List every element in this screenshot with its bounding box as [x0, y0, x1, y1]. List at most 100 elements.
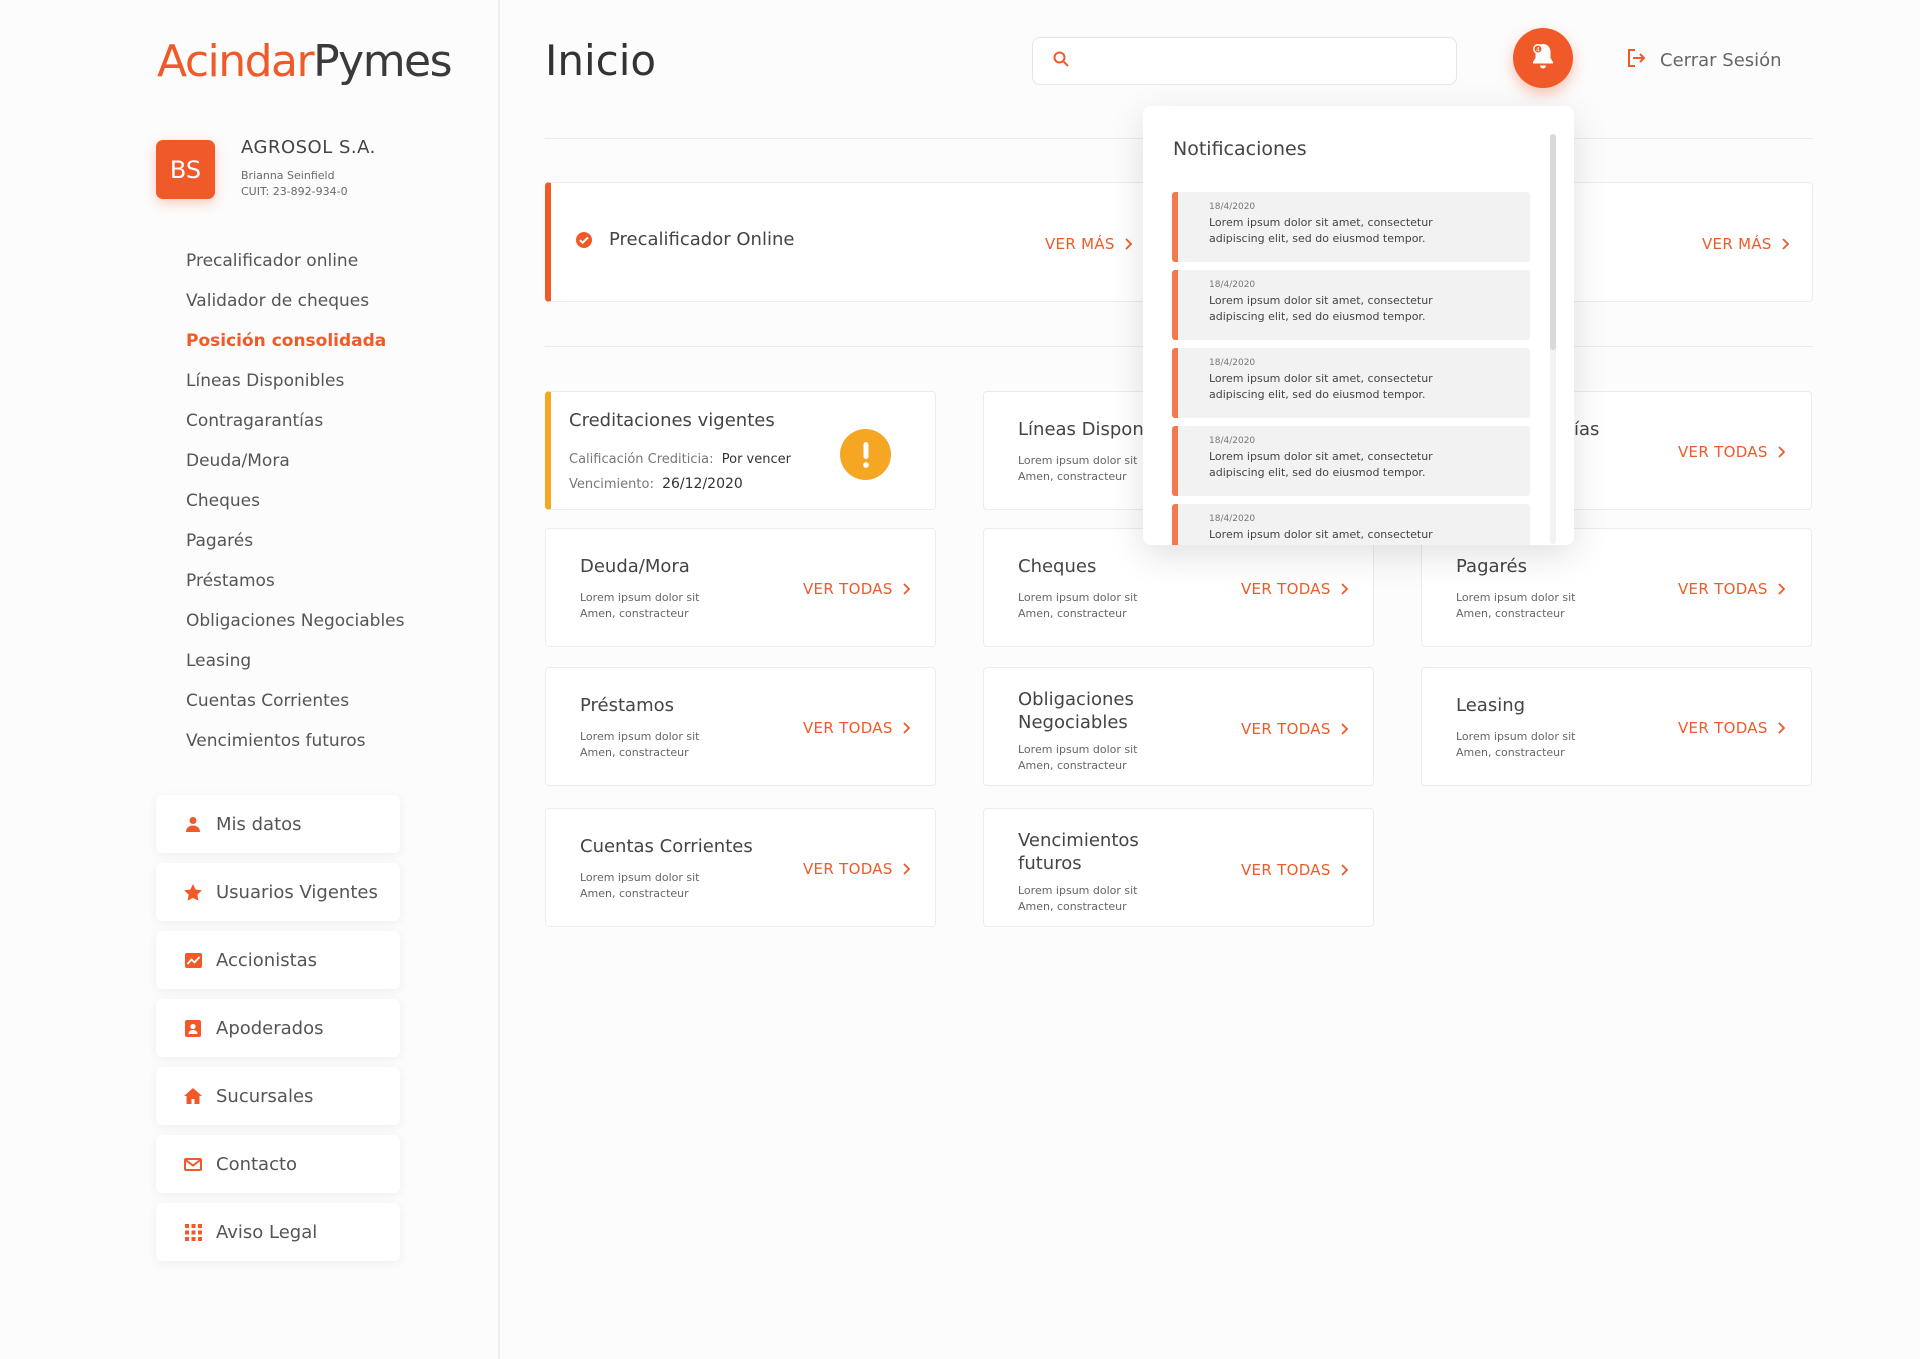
- notification-item[interactable]: 18/4/2020 Lorem ipsum dolor sit amet, co…: [1172, 192, 1530, 262]
- notification-date: 18/4/2020: [1209, 202, 1256, 212]
- ver-todas-link[interactable]: VER TODAS: [803, 719, 910, 737]
- subtitle-line: Lorem ipsum dolor sit: [580, 871, 700, 884]
- contacto-button[interactable]: Contacto: [156, 1135, 400, 1193]
- search-input[interactable]: [1081, 52, 1441, 70]
- sidebar-item-prestamos[interactable]: Préstamos: [186, 561, 404, 601]
- ver-todas-link[interactable]: VER TODAS: [1678, 443, 1785, 461]
- vencimiento-row: Vencimiento: 26/12/2020: [569, 476, 743, 493]
- notifications-list: 18/4/2020 Lorem ipsum dolor sit amet, co…: [1172, 192, 1530, 545]
- notification-count: 4: [1536, 45, 1540, 53]
- card-title-line: Negociables: [1018, 712, 1128, 733]
- calificacion-label: Calificación Crediticia:: [569, 452, 714, 467]
- box-label: Accionistas: [216, 949, 318, 971]
- check-circle-icon: [575, 231, 593, 253]
- brand-part-1: Acindar: [157, 36, 315, 87]
- accionistas-button[interactable]: Accionistas: [156, 931, 400, 989]
- sidebar: AcindarPymes BS AGROSOL S.A. Brianna Sei…: [0, 0, 500, 1359]
- sidebar-item-vencimientos[interactable]: Vencimientos futuros: [186, 721, 404, 761]
- link-label: VER MÁS: [1045, 235, 1115, 253]
- logout-button[interactable]: Cerrar Sesión: [1626, 48, 1782, 73]
- sidebar-item-lineas[interactable]: Líneas Disponibles: [186, 361, 404, 401]
- sidebar-item-validador[interactable]: Validador de cheques: [186, 281, 404, 321]
- ver-mas-link[interactable]: VER MÁS: [1045, 235, 1132, 253]
- scrollbar-thumb[interactable]: [1550, 134, 1556, 350]
- brand-part-2: Pymes: [313, 36, 452, 87]
- mail-icon: [184, 1155, 202, 1173]
- logout-label: Cerrar Sesión: [1660, 50, 1782, 71]
- notification-date: 18/4/2020: [1209, 436, 1256, 446]
- subtitle-line: Lorem ipsum dolor sit: [1018, 884, 1138, 897]
- precalificador-title: Precalificador Online: [609, 229, 795, 250]
- notification-item[interactable]: 18/4/2020 Lorem ipsum dolor sit amet, co…: [1172, 426, 1530, 496]
- box-label: Apoderados: [216, 1017, 324, 1039]
- card-title: Cheques: [1018, 556, 1097, 577]
- chevron-right-icon: [1341, 583, 1348, 595]
- sidebar-item-deuda[interactable]: Deuda/Mora: [186, 441, 404, 481]
- prestamos-card: Préstamos Lorem ipsum dolor sit Amen, con…: [545, 667, 936, 786]
- card-title: Cuentas Corrientes: [580, 836, 753, 857]
- ver-todas-link[interactable]: VER TODAS: [1241, 580, 1348, 598]
- card-subtitle: Lorem ipsum dolor sit Amen, constracteur: [580, 729, 700, 761]
- sidebar-item-pagares[interactable]: Pagarés: [186, 521, 404, 561]
- cheques-card: Cheques Lorem ipsum dolor sit Amen, const…: [983, 528, 1374, 647]
- sidebar-item-label: Precalificador online: [186, 251, 359, 271]
- sidebar-item-obligaciones[interactable]: Obligaciones Negociables: [186, 601, 404, 641]
- notifications-button[interactable]: 4: [1513, 28, 1573, 88]
- subtitle-line: Lorem ipsum dolor sit: [580, 591, 700, 604]
- avatar[interactable]: BS: [156, 140, 215, 199]
- ver-todas-link[interactable]: VER TODAS: [1241, 861, 1348, 879]
- ver-todas-link[interactable]: VER TODAS: [1678, 580, 1785, 598]
- ver-todas-link[interactable]: VER TODAS: [803, 580, 910, 598]
- creditaciones-title: Creditaciones vigentes: [569, 410, 775, 431]
- sidebar-item-leasing[interactable]: Leasing: [186, 641, 404, 681]
- vencimiento-value: 26/12/2020: [662, 476, 743, 492]
- subtitle-line: Lorem ipsum dolor sit: [1456, 730, 1576, 743]
- sidebar-item-contragarantias[interactable]: Contragarantías: [186, 401, 404, 441]
- chevron-right-icon: [903, 863, 910, 875]
- subtitle-line: Amen, constracteur: [1018, 470, 1127, 483]
- card-subtitle: Lorem ipsum dolor sit Amen, constracteur: [580, 870, 700, 902]
- ver-todas-link[interactable]: VER TODAS: [803, 860, 910, 878]
- sucursales-button[interactable]: Sucursales: [156, 1067, 400, 1125]
- usuarios-vigentes-button[interactable]: Usuarios Vigentes: [156, 863, 400, 921]
- sidebar-menu: Precalificador online Validador de chequ…: [186, 241, 404, 761]
- notification-text: Lorem ipsum dolor sit amet, consectetur …: [1209, 294, 1433, 323]
- subtitle-line: Lorem ipsum dolor sit: [1018, 454, 1138, 467]
- notification-item[interactable]: 18/4/2020 Lorem ipsum dolor sit amet, co…: [1172, 270, 1530, 340]
- subtitle-line: Amen, constracteur: [1018, 900, 1127, 913]
- card-title-line: Obligaciones: [1018, 689, 1134, 710]
- subtitle-line: Amen, constracteur: [1456, 607, 1565, 620]
- page-title: Inicio: [545, 36, 657, 85]
- notification-item[interactable]: 18/4/2020 Lorem ipsum dolor sit amet, co…: [1172, 348, 1530, 418]
- ver-mas-link-2[interactable]: VER MÁS: [1702, 235, 1789, 253]
- search-bar[interactable]: [1032, 37, 1457, 85]
- card-title-line: futuros: [1018, 853, 1082, 874]
- chevron-right-icon: [1341, 723, 1348, 735]
- card-title: Obligaciones Negociables: [1018, 688, 1134, 734]
- sidebar-item-label: Contragarantías: [186, 411, 324, 431]
- card-title: Préstamos: [580, 695, 675, 716]
- calificacion-value: Por vencer: [721, 452, 791, 467]
- brand-logo[interactable]: AcindarPymes: [157, 40, 453, 84]
- sidebar-item-label: Líneas Disponibles: [186, 371, 345, 391]
- pagares-card: Pagarés Lorem ipsum dolor sit Amen, const…: [1421, 528, 1812, 647]
- sidebar-item-label: Leasing: [186, 651, 252, 671]
- subtitle-line: Amen, constracteur: [580, 746, 689, 759]
- notification-text: Lorem ipsum dolor sit amet, consectetur …: [1209, 372, 1433, 401]
- sidebar-item-posicion-consolidada[interactable]: Posición consolidada: [186, 321, 404, 361]
- sidebar-item-precalificador[interactable]: Precalificador online: [186, 241, 404, 281]
- notification-item[interactable]: 18/4/2020 Lorem ipsum dolor sit amet, co…: [1172, 504, 1530, 545]
- sidebar-item-cuentas[interactable]: Cuentas Corrientes: [186, 681, 404, 721]
- card-title: Pagarés: [1456, 556, 1527, 577]
- person-icon: [184, 815, 202, 833]
- ver-todas-link[interactable]: VER TODAS: [1241, 720, 1348, 738]
- subtitle-line: Amen, constracteur: [580, 887, 689, 900]
- search-icon: [1053, 51, 1069, 71]
- ver-todas-link[interactable]: VER TODAS: [1678, 719, 1785, 737]
- mis-datos-button[interactable]: Mis datos: [156, 795, 400, 853]
- sidebar-item-cheques[interactable]: Cheques: [186, 481, 404, 521]
- aviso-legal-button[interactable]: Aviso Legal: [156, 1203, 400, 1261]
- apoderados-button[interactable]: Apoderados: [156, 999, 400, 1057]
- sidebar-item-label: Pagarés: [186, 531, 254, 551]
- vencimiento-label: Vencimiento:: [569, 477, 654, 492]
